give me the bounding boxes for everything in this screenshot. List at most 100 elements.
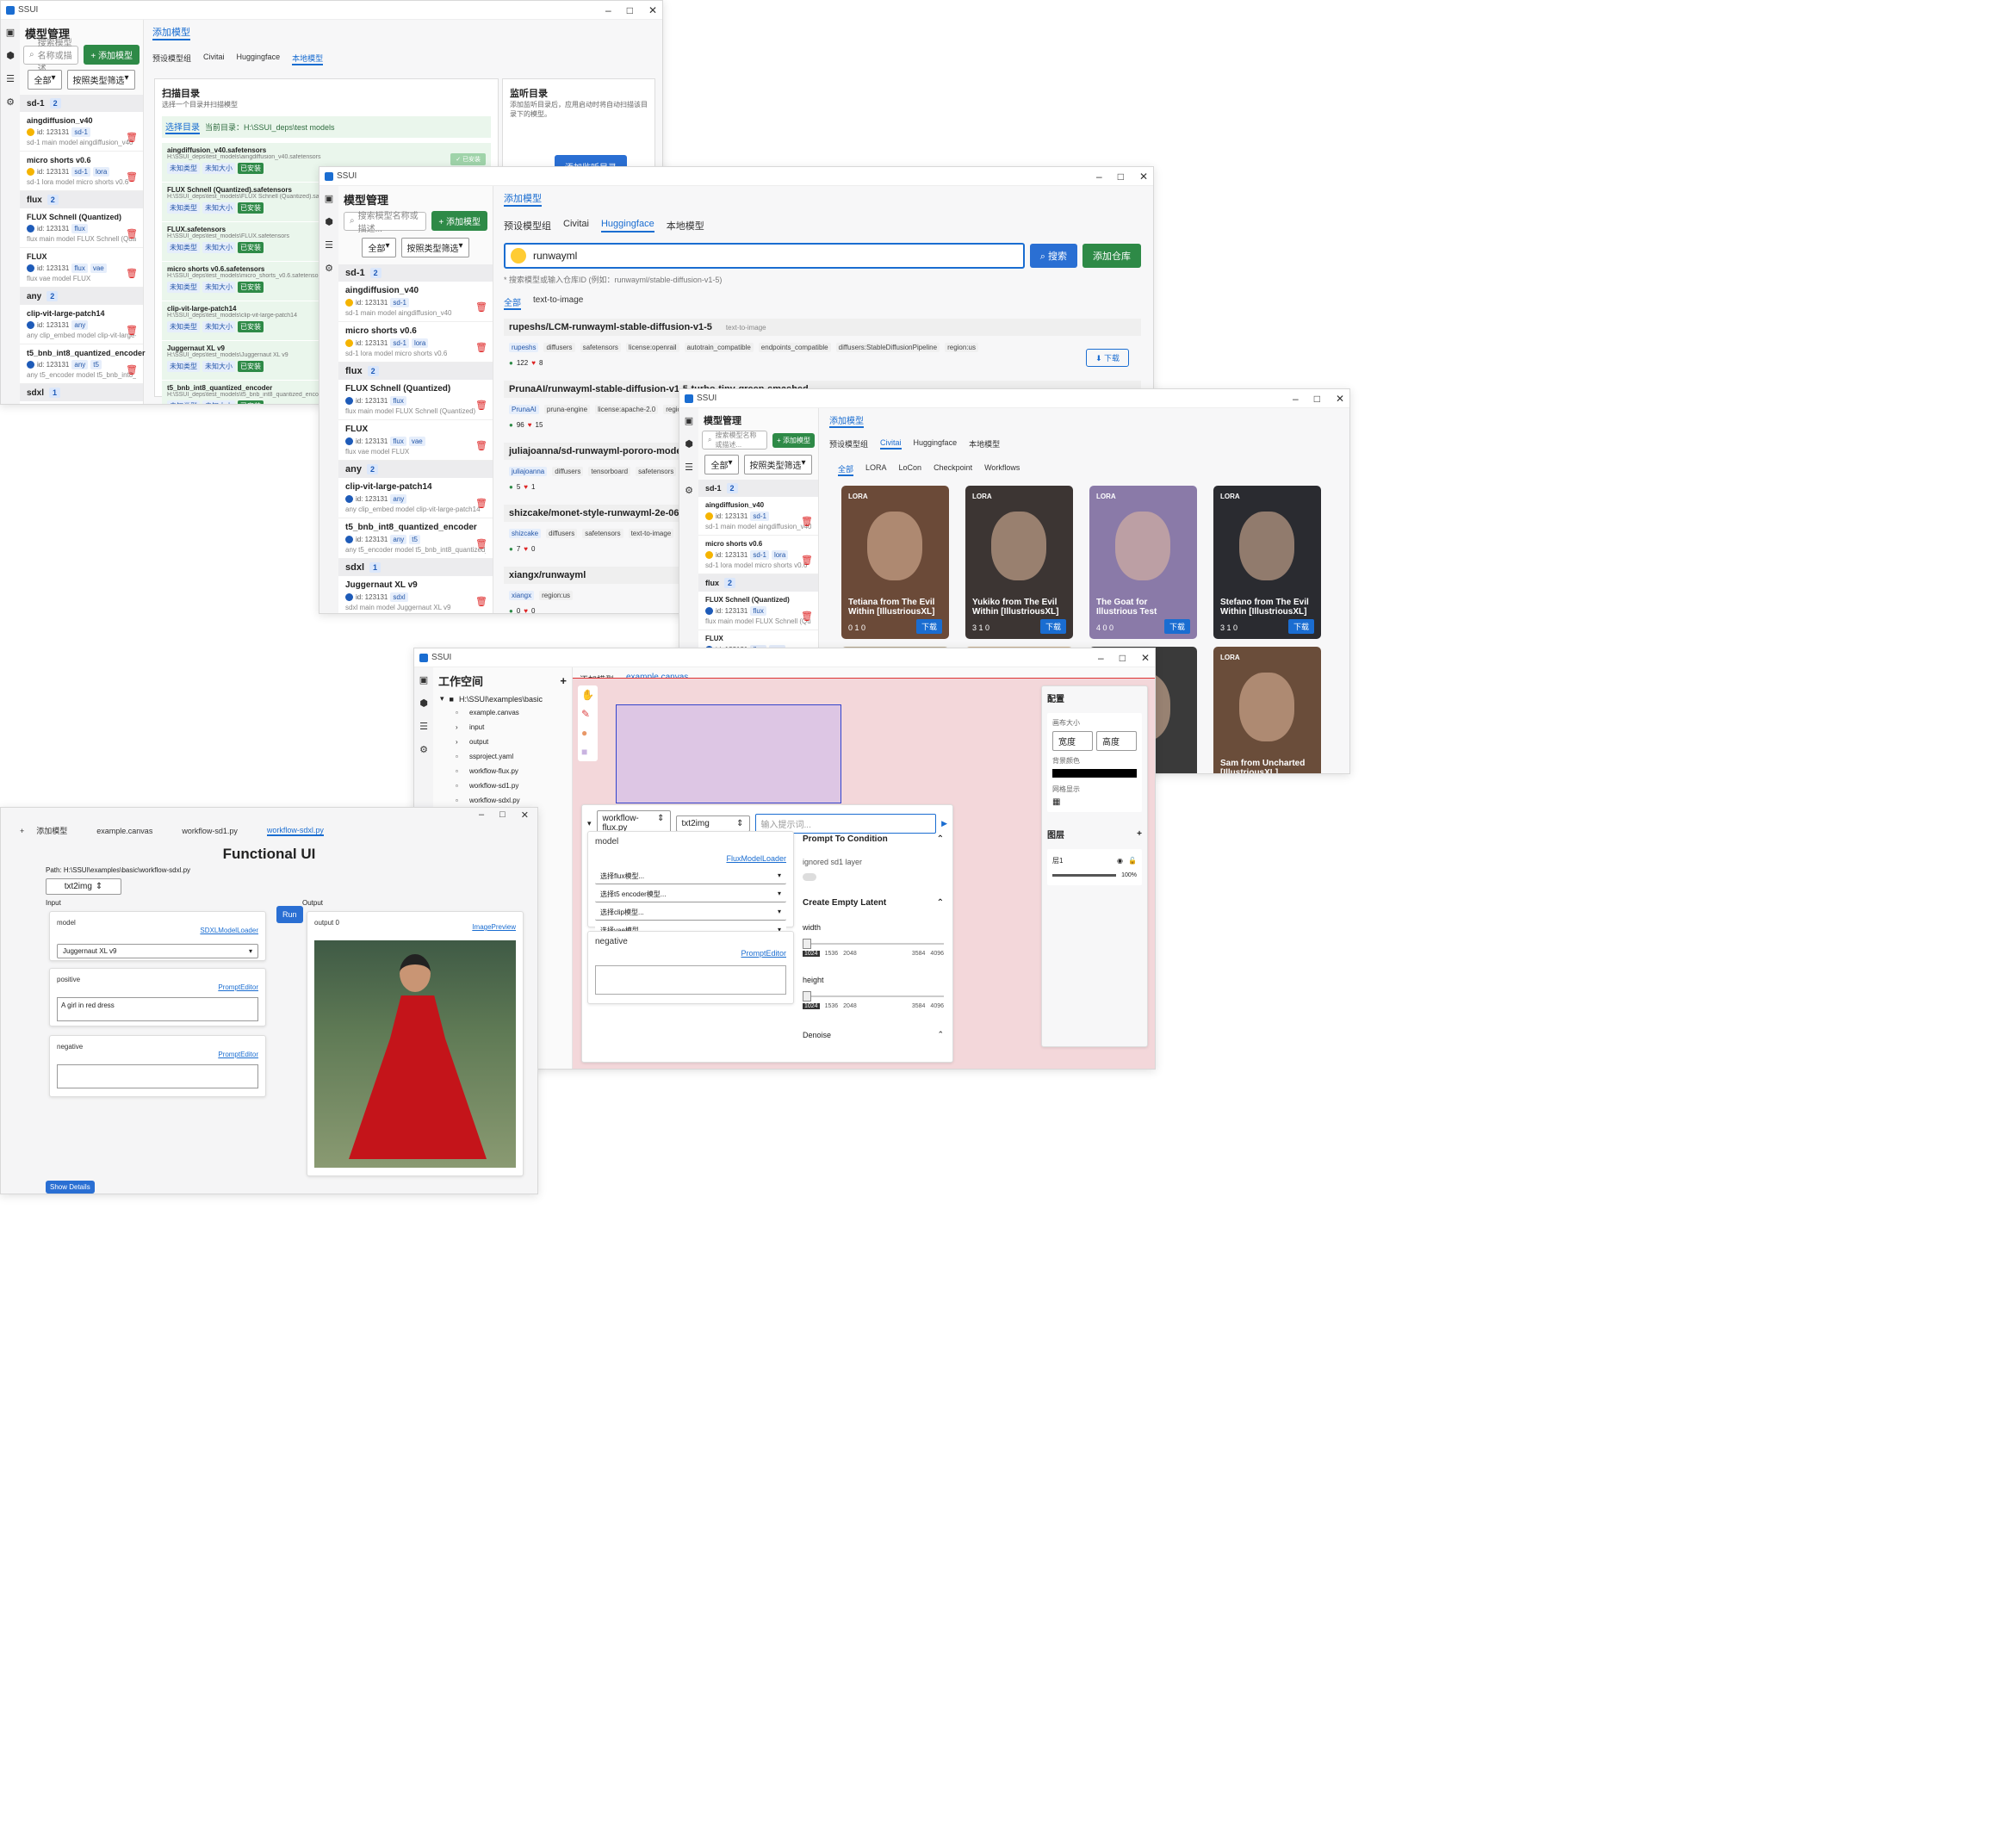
models-icon[interactable]: ⬢	[325, 216, 333, 227]
collapse-icon[interactable]: ▾	[587, 819, 592, 828]
models-icon[interactable]: ⬢	[6, 50, 15, 61]
tasks-icon[interactable]: ☰	[419, 721, 428, 732]
negative-textarea[interactable]	[57, 1064, 258, 1088]
close-icon[interactable]: ✕	[1336, 393, 1344, 405]
group-header[interactable]: any 2	[338, 461, 493, 478]
filter-all-select[interactable]: 全部 ▾	[28, 70, 62, 90]
models-icon[interactable]: ⬢	[419, 698, 428, 709]
tab-huggingface[interactable]: Huggingface	[600, 219, 654, 233]
trash-icon[interactable]: 🗑	[126, 325, 138, 336]
hand-icon[interactable]: ✋	[581, 689, 594, 701]
settings-icon[interactable]: ⚙	[685, 485, 693, 496]
tree-item[interactable]: ▫ workflow-sdxl.py	[456, 793, 572, 808]
filter-workflows[interactable]: Workflows	[984, 463, 1020, 476]
model-select[interactable]: 选择flux模型... ▾	[595, 869, 786, 884]
tab-workflow-sd1[interactable]: workflow-sd1.py	[182, 827, 238, 835]
model-item[interactable]: FLUX Schnell (Quantized) id: 123131 flux fl…	[338, 380, 493, 420]
trash-icon[interactable]: 🗑	[126, 364, 138, 375]
files-icon[interactable]: ▣	[685, 415, 693, 426]
flux-model-loader-link[interactable]: FluxModelLoader	[726, 854, 786, 863]
trash-icon[interactable]: 🗑	[801, 611, 813, 622]
search-input[interactable]: ⌕搜索模型名称或描述...	[23, 39, 79, 74]
trash-icon[interactable]: 🗑	[801, 516, 813, 527]
minimize-icon[interactable]: –	[1096, 171, 1102, 183]
mode-select[interactable]: txt2img ⇕	[46, 878, 121, 895]
hf-search-input[interactable]: runwayml	[504, 243, 1025, 269]
group-header[interactable]: any 2	[20, 288, 143, 305]
tree-item[interactable]: ▫ workflow-sd1.py	[456, 778, 572, 793]
group-header[interactable]: sd-1 2	[20, 95, 143, 112]
civitai-card[interactable]: LORA Tetiana from The Evil Within [Illust…	[841, 486, 949, 639]
tab-local[interactable]: 本地模型	[969, 438, 1000, 450]
play-icon[interactable]: ▶	[941, 819, 947, 828]
chevron-up-icon[interactable]: ⌃	[937, 834, 944, 844]
filter-all-select[interactable]: 全部 ▾	[362, 238, 396, 257]
tab-huggingface[interactable]: Huggingface	[237, 53, 281, 65]
model-item[interactable]: micro shorts v0.6 id: 123131 sd-1 lora sd-1 …	[20, 152, 143, 191]
trash-icon[interactable]: 🗑	[475, 538, 487, 549]
negative-prompt-editor-link[interactable]: PromptEditor	[218, 1051, 258, 1058]
negative-prompt-editor-link[interactable]: PromptEditor	[741, 949, 786, 958]
civitai-card[interactable]: LORA The Goat for Illustrious Test 4 0 0 下载	[1089, 486, 1197, 639]
close-icon[interactable]: ✕	[1139, 171, 1148, 183]
add-model-button[interactable]: + 添加模型	[84, 45, 140, 65]
trash-icon[interactable]: 🗑	[475, 400, 487, 411]
settings-icon[interactable]: ⚙	[325, 263, 333, 274]
add-repo-button[interactable]: 添加仓库	[1082, 244, 1141, 268]
close-icon[interactable]: ✕	[521, 809, 529, 821]
civitai-card[interactable]: LORA Yukiko from The Evil Within [Illustr…	[965, 486, 1073, 639]
height-slider[interactable]	[803, 991, 944, 1003]
trash-icon[interactable]: 🗑	[475, 301, 487, 313]
hf-tag[interactable]: juliajoanna	[509, 467, 548, 476]
tab-add-model[interactable]: 添加模型	[36, 825, 67, 836]
filter-type-select[interactable]: 按照类型筛选 ▾	[400, 238, 469, 257]
model-item[interactable]: aingdiffusion_v40 id: 123131 sd-1 sd-1 main…	[20, 112, 143, 152]
rect-icon[interactable]: ■	[581, 746, 594, 758]
canvas-height-input[interactable]: 高度	[1096, 731, 1137, 751]
trash-icon[interactable]: 🗑	[475, 440, 487, 451]
tab-preset[interactable]: 预设模型组	[504, 219, 551, 233]
group-header[interactable]: flux 2	[338, 363, 493, 380]
trash-icon[interactable]: 🗑	[126, 171, 138, 183]
bg-color-swatch[interactable]	[1052, 769, 1137, 778]
card-download-button[interactable]: 下载	[915, 619, 942, 634]
choose-dir-button[interactable]: 选择目录	[165, 120, 200, 134]
image-preview-link[interactable]: ImagePreview	[472, 923, 516, 931]
files-icon[interactable]: ▣	[6, 27, 15, 38]
canvas-width-input[interactable]: 宽度	[1052, 731, 1093, 751]
tab-add-model[interactable]: 添加模型	[829, 413, 864, 428]
download-button[interactable]: ⬇ 下载	[1085, 349, 1129, 367]
tree-item[interactable]: › output	[456, 735, 572, 749]
grid-icon[interactable]: ▦	[1052, 797, 1137, 807]
settings-icon[interactable]: ⚙	[419, 744, 428, 755]
model-item[interactable]: t5_bnb_int8_quantized_encoderid: 123131a…	[338, 518, 493, 559]
tab-huggingface[interactable]: Huggingface	[914, 438, 958, 450]
group-header[interactable]: sdxl 1	[20, 384, 143, 401]
add-layer-icon[interactable]: +	[1137, 829, 1142, 839]
trash-icon[interactable]: 🗑	[126, 268, 138, 279]
card-download-button[interactable]: 下载	[1163, 619, 1190, 634]
group-header[interactable]: flux 2	[698, 574, 818, 592]
chevron-up-icon[interactable]: ⌃	[937, 1030, 944, 1039]
trash-icon[interactable]: 🗑	[126, 132, 138, 143]
hf-tag[interactable]: PrunaAI	[509, 405, 539, 414]
model-item[interactable]: FLUX Schnell (Quantized) id: 123131 flux fl…	[698, 592, 818, 630]
minimize-icon[interactable]: –	[1098, 652, 1104, 664]
maximize-icon[interactable]: □	[1314, 393, 1320, 405]
maximize-icon[interactable]: □	[627, 4, 633, 16]
group-header[interactable]: sd-1 2	[338, 264, 493, 282]
group-header[interactable]: sd-1 2	[698, 480, 818, 497]
maximize-icon[interactable]: □	[1118, 171, 1124, 183]
layer-item[interactable]: 层1 ◉ 🔓 100%	[1047, 849, 1142, 885]
model-item[interactable]: Juggernaut XL v9id: 123131sdxlsdxl main …	[20, 401, 143, 404]
tasks-icon[interactable]: ☰	[685, 462, 693, 473]
trash-icon[interactable]: 🗑	[475, 498, 487, 509]
group-header[interactable]: sdxl 1	[338, 559, 493, 576]
filter-all[interactable]: 全部	[838, 463, 854, 476]
filter-checkpoint[interactable]: Checkpoint	[934, 463, 972, 476]
brush-icon[interactable]: ✎	[581, 708, 594, 720]
filter-all-select[interactable]: 全部 ▾	[704, 455, 739, 474]
width-slider[interactable]	[803, 939, 944, 951]
tab-local[interactable]: 本地模型	[667, 219, 704, 233]
hf-tag[interactable]: xiangx	[509, 591, 535, 600]
